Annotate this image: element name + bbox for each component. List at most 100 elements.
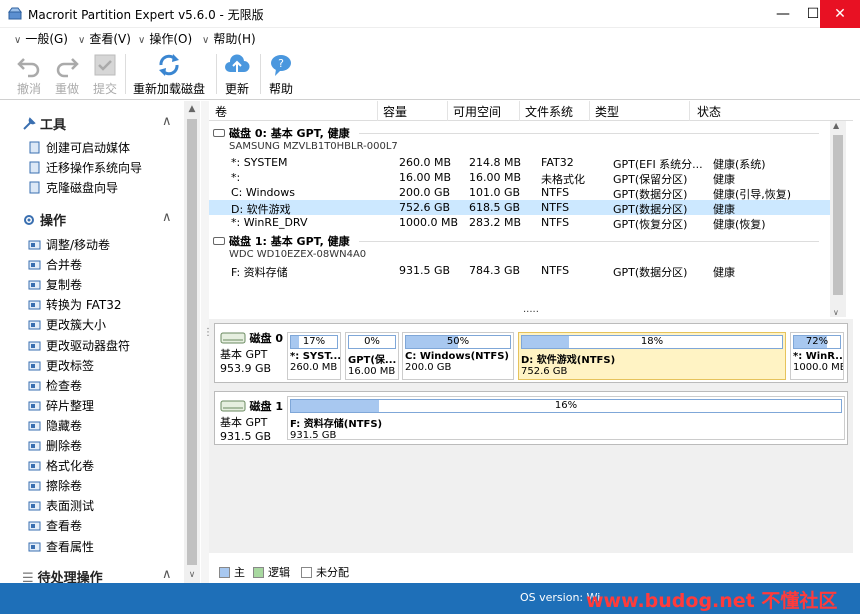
operation-item[interactable]: 更改标签	[28, 357, 94, 375]
tool-item[interactable]: 克隆磁盘向导	[28, 179, 118, 197]
col-status[interactable]: 状态	[697, 103, 721, 120]
operation-icon	[28, 318, 41, 331]
cloud-upload-icon	[225, 54, 250, 72]
window-title: Macrorit Partition Expert v5.6.0 - 无限版	[28, 8, 264, 22]
disk-map-label: 磁盘 1 基本 GPT 931.5 GB	[220, 398, 283, 443]
table-row[interactable]: F: 资料存储 931.5 GB 784.3 GB NTFS GPT(数据分区) 健康	[209, 263, 835, 279]
more-indicator: .....	[523, 304, 539, 315]
disk-map: 磁盘 0 基本 GPT 953.9 GB 17% *: SYST... 260.0 …	[209, 319, 853, 553]
partition-block[interactable]: 72% *: WinR... 1000.0 MB	[790, 332, 844, 380]
menu-operations[interactable]: ∨ 操作(O)	[138, 30, 192, 47]
menu-help[interactable]: ∨ 帮助(H)	[202, 30, 256, 47]
partition-block[interactable]: 16% F: 资料存储(NTFS) 931.5 GB	[287, 396, 845, 441]
legend-logical: 逻辑	[253, 564, 290, 580]
legend-primary: 主	[219, 564, 245, 580]
list-icon: ☰	[22, 571, 34, 583]
collapse-icon[interactable]: ∧	[162, 210, 172, 225]
disk-map-label: 磁盘 0 基本 GPT 953.9 GB	[220, 330, 283, 375]
scroll-up-icon[interactable]: ▲	[833, 121, 839, 130]
operation-item[interactable]: 调整/移动卷	[28, 236, 110, 254]
disk-size: 931.5 GB	[220, 430, 272, 443]
partition-block[interactable]: 18% D: 软件游戏(NTFS) 752.6 GB	[518, 332, 786, 380]
pending-section-header[interactable]: ☰ 待处理操作 ∧	[22, 567, 172, 583]
panel-splitter[interactable]: ⋮	[201, 101, 213, 583]
operation-icon	[28, 419, 41, 432]
table-row[interactable]: D: 软件游戏 752.6 GB 618.5 GB NTFS GPT(数据分区) 健康	[209, 200, 835, 216]
operation-item[interactable]: 更改驱动器盘符	[28, 337, 130, 355]
menu-view[interactable]: ∨ 查看(V)	[78, 30, 131, 47]
col-capacity[interactable]: 容量	[383, 103, 407, 120]
scroll-down-icon[interactable]: ∨	[184, 567, 200, 583]
operation-item[interactable]: 合并卷	[28, 256, 82, 274]
operation-icon	[28, 258, 41, 271]
table-row[interactable]: *: WinRE_DRV 1000.0 MB 283.2 MB NTFS GPT(恢复分…	[209, 215, 835, 231]
operation-item[interactable]: 转换为 FAT32	[28, 296, 122, 314]
scrollbar-thumb[interactable]	[187, 119, 197, 565]
help-button[interactable]: ? 帮助	[266, 52, 296, 97]
operation-item[interactable]: 检查卷	[28, 377, 82, 395]
operation-icon	[28, 399, 41, 412]
col-type[interactable]: 类型	[595, 103, 619, 120]
undo-button[interactable]: 撤消	[14, 52, 44, 97]
partition-block[interactable]: 50% C: Windows(NTFS) 200.0 GB	[402, 332, 514, 380]
redo-icon	[56, 58, 79, 78]
scroll-down-icon[interactable]: ∨	[833, 308, 839, 317]
operation-item[interactable]: 擦除卷	[28, 477, 82, 495]
operation-icon	[28, 479, 41, 492]
redo-button[interactable]: 重做	[52, 52, 82, 97]
operation-item[interactable]: 隐藏卷	[28, 417, 82, 435]
left-panel-scrollbar[interactable]: ▲ ∨	[184, 101, 200, 583]
operation-item[interactable]: 查看属性	[28, 538, 94, 556]
legend: 主 逻辑 未分配	[209, 560, 853, 582]
scroll-up-icon[interactable]: ▲	[184, 101, 200, 117]
table-row[interactable]: *: 16.00 MB 16.00 MB 未格式化 GPT(保留分区) 健康	[209, 170, 835, 186]
disk-header-row[interactable]: 磁盘 1: 基本 GPT, 健康 WDC WD10EZEX-08WN4A0	[213, 233, 823, 260]
close-button[interactable]: ✕	[820, 0, 860, 28]
operation-item[interactable]: 格式化卷	[28, 457, 94, 475]
toolbar: 撤消 重做 提交 重新加载磁盘 更新 ? 帮助	[0, 48, 860, 100]
usage-fill	[291, 336, 299, 348]
operation-item[interactable]: 复制卷	[28, 276, 82, 294]
collapse-icon[interactable]: ∧	[162, 567, 172, 582]
chevron-down-icon: ∨	[138, 35, 146, 46]
operation-item[interactable]: 删除卷	[28, 437, 82, 455]
col-filesystem[interactable]: 文件系统	[525, 103, 573, 120]
table-row[interactable]: *: SYSTEM 260.0 MB 214.8 MB FAT32 GPT(EFI 系统…	[209, 155, 835, 171]
disk-header-row[interactable]: 磁盘 0: 基本 GPT, 健康 SAMSUNG MZVLB1T0HBLR-000…	[213, 125, 823, 152]
partition-block[interactable]: 0% GPT(保... 16.00 MB	[345, 332, 399, 380]
usage-bar: 50%	[405, 335, 511, 349]
hard-disk-icon	[220, 400, 246, 412]
col-volume[interactable]: 卷	[215, 103, 227, 120]
tool-item[interactable]: 迁移操作系统向导	[28, 159, 142, 177]
disk-map-card[interactable]: 磁盘 0 基本 GPT 953.9 GB 17% *: SYST... 260.0 …	[214, 323, 848, 383]
tool-item[interactable]: 创建可启动媒体	[28, 139, 130, 157]
tool-icon	[28, 161, 41, 174]
col-free[interactable]: 可用空间	[453, 103, 501, 120]
operation-item[interactable]: 表面测试	[28, 497, 94, 515]
table-scrollbar[interactable]: ▲ ∨	[830, 121, 846, 317]
toolbar-separator	[216, 54, 217, 94]
partition-block[interactable]: 17% *: SYST... 260.0 MB	[287, 332, 341, 380]
operation-item[interactable]: 碎片整理	[28, 397, 94, 415]
divider	[359, 241, 819, 242]
scrollbar-thumb[interactable]	[833, 135, 843, 295]
update-button[interactable]: 更新	[222, 52, 252, 97]
usage-bar: 18%	[521, 335, 783, 349]
tools-section-header[interactable]: 工具 ∧	[22, 114, 172, 133]
disk-size: 953.9 GB	[220, 362, 272, 375]
toolbar-separator	[260, 54, 261, 94]
table-row[interactable]: C: Windows 200.0 GB 101.0 GB NTFS GPT(数据分区) 健…	[209, 185, 835, 201]
ops-section-header[interactable]: 操作 ∧	[22, 210, 172, 229]
operation-item[interactable]: 更改簇大小	[28, 316, 106, 334]
usage-fill	[522, 336, 569, 348]
disk-icon	[213, 237, 225, 245]
menu-general[interactable]: ∨ 一般(G)	[14, 30, 68, 47]
toolbar-separator	[125, 54, 126, 94]
disk-map-card[interactable]: 磁盘 1 基本 GPT 931.5 GB 16% F: 资料存储(NTFS) 931…	[214, 391, 848, 445]
collapse-icon[interactable]: ∧	[162, 114, 172, 129]
commit-button[interactable]: 提交	[90, 52, 120, 97]
svg-text:?: ?	[278, 57, 284, 70]
operation-item[interactable]: 查看卷	[28, 517, 82, 535]
operation-icon	[28, 238, 41, 251]
reload-disk-button[interactable]: 重新加载磁盘	[130, 52, 208, 97]
